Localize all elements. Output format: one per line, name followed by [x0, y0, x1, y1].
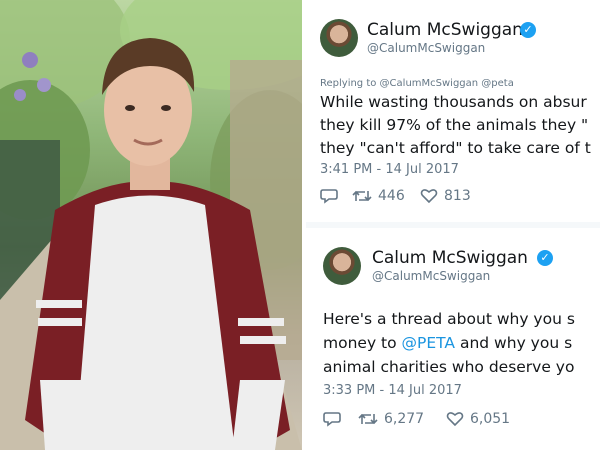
- author-name[interactable]: Calum McSwiggan: [372, 248, 528, 268]
- tweet-text-fragment: money to: [323, 334, 402, 352]
- tweet-text-fragment: and why you s: [455, 334, 573, 352]
- author-handle[interactable]: @CalumMcSwiggan: [367, 41, 485, 55]
- retweet-button[interactable]: 6,277: [358, 411, 424, 427]
- retweet-count: 446: [378, 188, 405, 204]
- tweet-panel: Calum McSwiggan ✓ @CalumMcSwiggan Replyi…: [306, 0, 600, 450]
- reply-button[interactable]: [320, 188, 338, 204]
- retweet-icon: [352, 190, 372, 202]
- tweet-card[interactable]: Calum McSwiggan ✓ @CalumMcSwiggan Replyi…: [306, 0, 600, 222]
- tweet-text-line: Here's a thread about why you s: [323, 310, 575, 328]
- verified-icon: ✓: [520, 22, 536, 38]
- tweet-timestamp[interactable]: 3:41 PM - 14 Jul 2017: [320, 162, 459, 177]
- author-name[interactable]: Calum McSwiggan: [367, 20, 523, 40]
- replying-to[interactable]: Replying to @CalumMcSwiggan @peta: [320, 78, 514, 89]
- retweet-count: 6,277: [384, 411, 425, 427]
- like-icon: [446, 412, 464, 427]
- tweet-text-line: they "can't afford" to take care of t: [320, 139, 591, 157]
- retweet-icon: [358, 413, 378, 425]
- reply-button[interactable]: [323, 411, 341, 427]
- tweet-text-line: money to @PETA and why you s: [323, 334, 572, 352]
- tweet-card[interactable]: Calum McSwiggan ✓ @CalumMcSwiggan Here's…: [306, 228, 600, 450]
- tweet-text-line: While wasting thousands on absur: [320, 93, 587, 111]
- author-handle[interactable]: @CalumMcSwiggan: [372, 269, 490, 283]
- verified-icon: ✓: [537, 250, 553, 266]
- like-count: 6,051: [470, 411, 511, 427]
- retweet-button[interactable]: 446: [352, 188, 405, 204]
- tweet-text-line: they kill 97% of the animals they ": [320, 116, 589, 134]
- reply-icon: [323, 412, 341, 427]
- avatar[interactable]: [323, 247, 361, 285]
- tweet-timestamp[interactable]: 3:33 PM - 14 Jul 2017: [323, 383, 462, 398]
- profile-photo: [0, 0, 302, 450]
- mention-link[interactable]: @PETA: [402, 334, 456, 352]
- like-button[interactable]: 813: [420, 188, 471, 204]
- tweet-text-line: animal charities who deserve yo: [323, 358, 575, 376]
- like-count: 813: [444, 188, 471, 204]
- like-icon: [420, 189, 438, 204]
- reply-icon: [320, 189, 338, 204]
- like-button[interactable]: 6,051: [446, 411, 510, 427]
- avatar[interactable]: [320, 19, 358, 57]
